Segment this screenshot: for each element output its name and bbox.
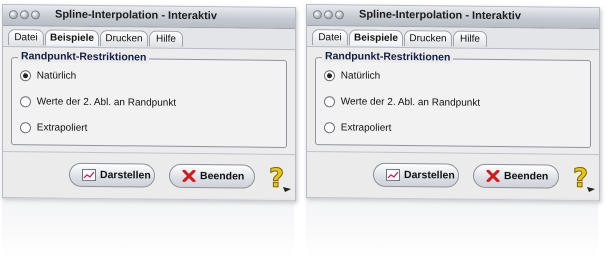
window-maximize-icon[interactable] [335, 10, 344, 20]
radio-option-natuerlich[interactable]: Natürlich [20, 70, 76, 85]
darstellen-button[interactable]: Darstellen [373, 162, 459, 188]
title-bar[interactable]: Spline-Interpolation - Interaktiv [3, 5, 295, 30]
menu-drucken[interactable]: Drucken [100, 30, 148, 47]
menu-bar: Datei Beispiele Drucken Hilfe [3, 26, 295, 51]
window-right: Spline-Interpolation - Interaktiv Datei … [306, 4, 600, 202]
help-question-icon[interactable]: ? [569, 163, 597, 193]
radio-label: Natürlich [340, 70, 381, 82]
svg-text:?: ? [269, 164, 284, 193]
menu-hilfe[interactable]: Hilfe [453, 30, 487, 47]
chart-icon [386, 168, 400, 181]
radio-button[interactable] [20, 96, 31, 108]
button-footer: Darstellen Beenden ? [3, 151, 295, 202]
radio-option-natuerlich[interactable]: Natürlich [324, 70, 380, 85]
menu-beispiele[interactable]: Beispiele [349, 29, 403, 47]
radio-button[interactable] [20, 122, 31, 134]
close-x-icon [182, 169, 196, 183]
beenden-label: Beenden [200, 170, 245, 183]
window-close-icon[interactable] [9, 10, 18, 20]
darstellen-button[interactable]: Darstellen [69, 162, 155, 188]
window-minimize-icon[interactable] [324, 10, 333, 20]
radio-label: Natürlich [36, 70, 77, 82]
window-title: Spline-Interpolation - Interaktiv [55, 8, 217, 23]
chart-icon [82, 168, 96, 181]
menu-hilfe[interactable]: Hilfe [149, 30, 183, 47]
title-bar[interactable]: Spline-Interpolation - Interaktiv [307, 5, 599, 30]
window-reflection [306, 198, 598, 258]
radio-option-werte-2-abl[interactable]: Werte der 2. Abl. an Randpunkt [324, 96, 480, 112]
randpunkt-restriktionen-group: Randpunkt-Restriktionen Natürlich Werte … [315, 50, 591, 148]
menu-datei[interactable]: Datei [8, 29, 44, 46]
window-title: Spline-Interpolation - Interaktiv [359, 8, 521, 23]
window-maximize-icon[interactable] [31, 10, 40, 20]
beenden-button[interactable]: Beenden [169, 163, 255, 189]
radio-label: Werte der 2. Abl. an Randpunkt [36, 96, 177, 109]
window-reflection [2, 198, 294, 258]
radio-option-werte-2-abl[interactable]: Werte der 2. Abl. an Randpunkt [20, 96, 176, 112]
randpunkt-restriktionen-group: Randpunkt-Restriktionen Natürlich Werte … [11, 50, 287, 148]
window-minimize-icon[interactable] [20, 10, 29, 20]
beenden-label: Beenden [504, 170, 549, 183]
group-title: Randpunkt-Restriktionen [18, 50, 150, 64]
radio-option-extrapoliert[interactable]: Extrapoliert [324, 122, 391, 137]
radio-label: Werte der 2. Abl. an Randpunkt [340, 96, 481, 109]
beenden-button[interactable]: Beenden [473, 163, 559, 189]
radio-label: Extrapoliert [36, 122, 88, 134]
svg-text:?: ? [573, 164, 588, 193]
menu-bar: Datei Beispiele Drucken Hilfe [307, 26, 599, 51]
window-left: Spline-Interpolation - Interaktiv Datei … [2, 4, 296, 202]
radio-button[interactable] [324, 70, 335, 82]
radio-label: Extrapoliert [340, 122, 392, 134]
darstellen-label: Darstellen [100, 169, 151, 182]
menu-beispiele[interactable]: Beispiele [45, 29, 99, 47]
radio-button[interactable] [324, 122, 335, 134]
help-question-icon[interactable]: ? [265, 163, 293, 193]
button-footer: Darstellen Beenden ? [307, 151, 599, 202]
close-x-icon [486, 169, 500, 183]
darstellen-label: Darstellen [404, 169, 455, 182]
group-title: Randpunkt-Restriktionen [322, 50, 454, 64]
radio-button[interactable] [20, 70, 31, 82]
window-close-icon[interactable] [313, 10, 322, 20]
menu-drucken[interactable]: Drucken [404, 30, 452, 47]
menu-datei[interactable]: Datei [312, 29, 348, 46]
radio-button[interactable] [324, 96, 335, 108]
radio-option-extrapoliert[interactable]: Extrapoliert [20, 122, 87, 137]
